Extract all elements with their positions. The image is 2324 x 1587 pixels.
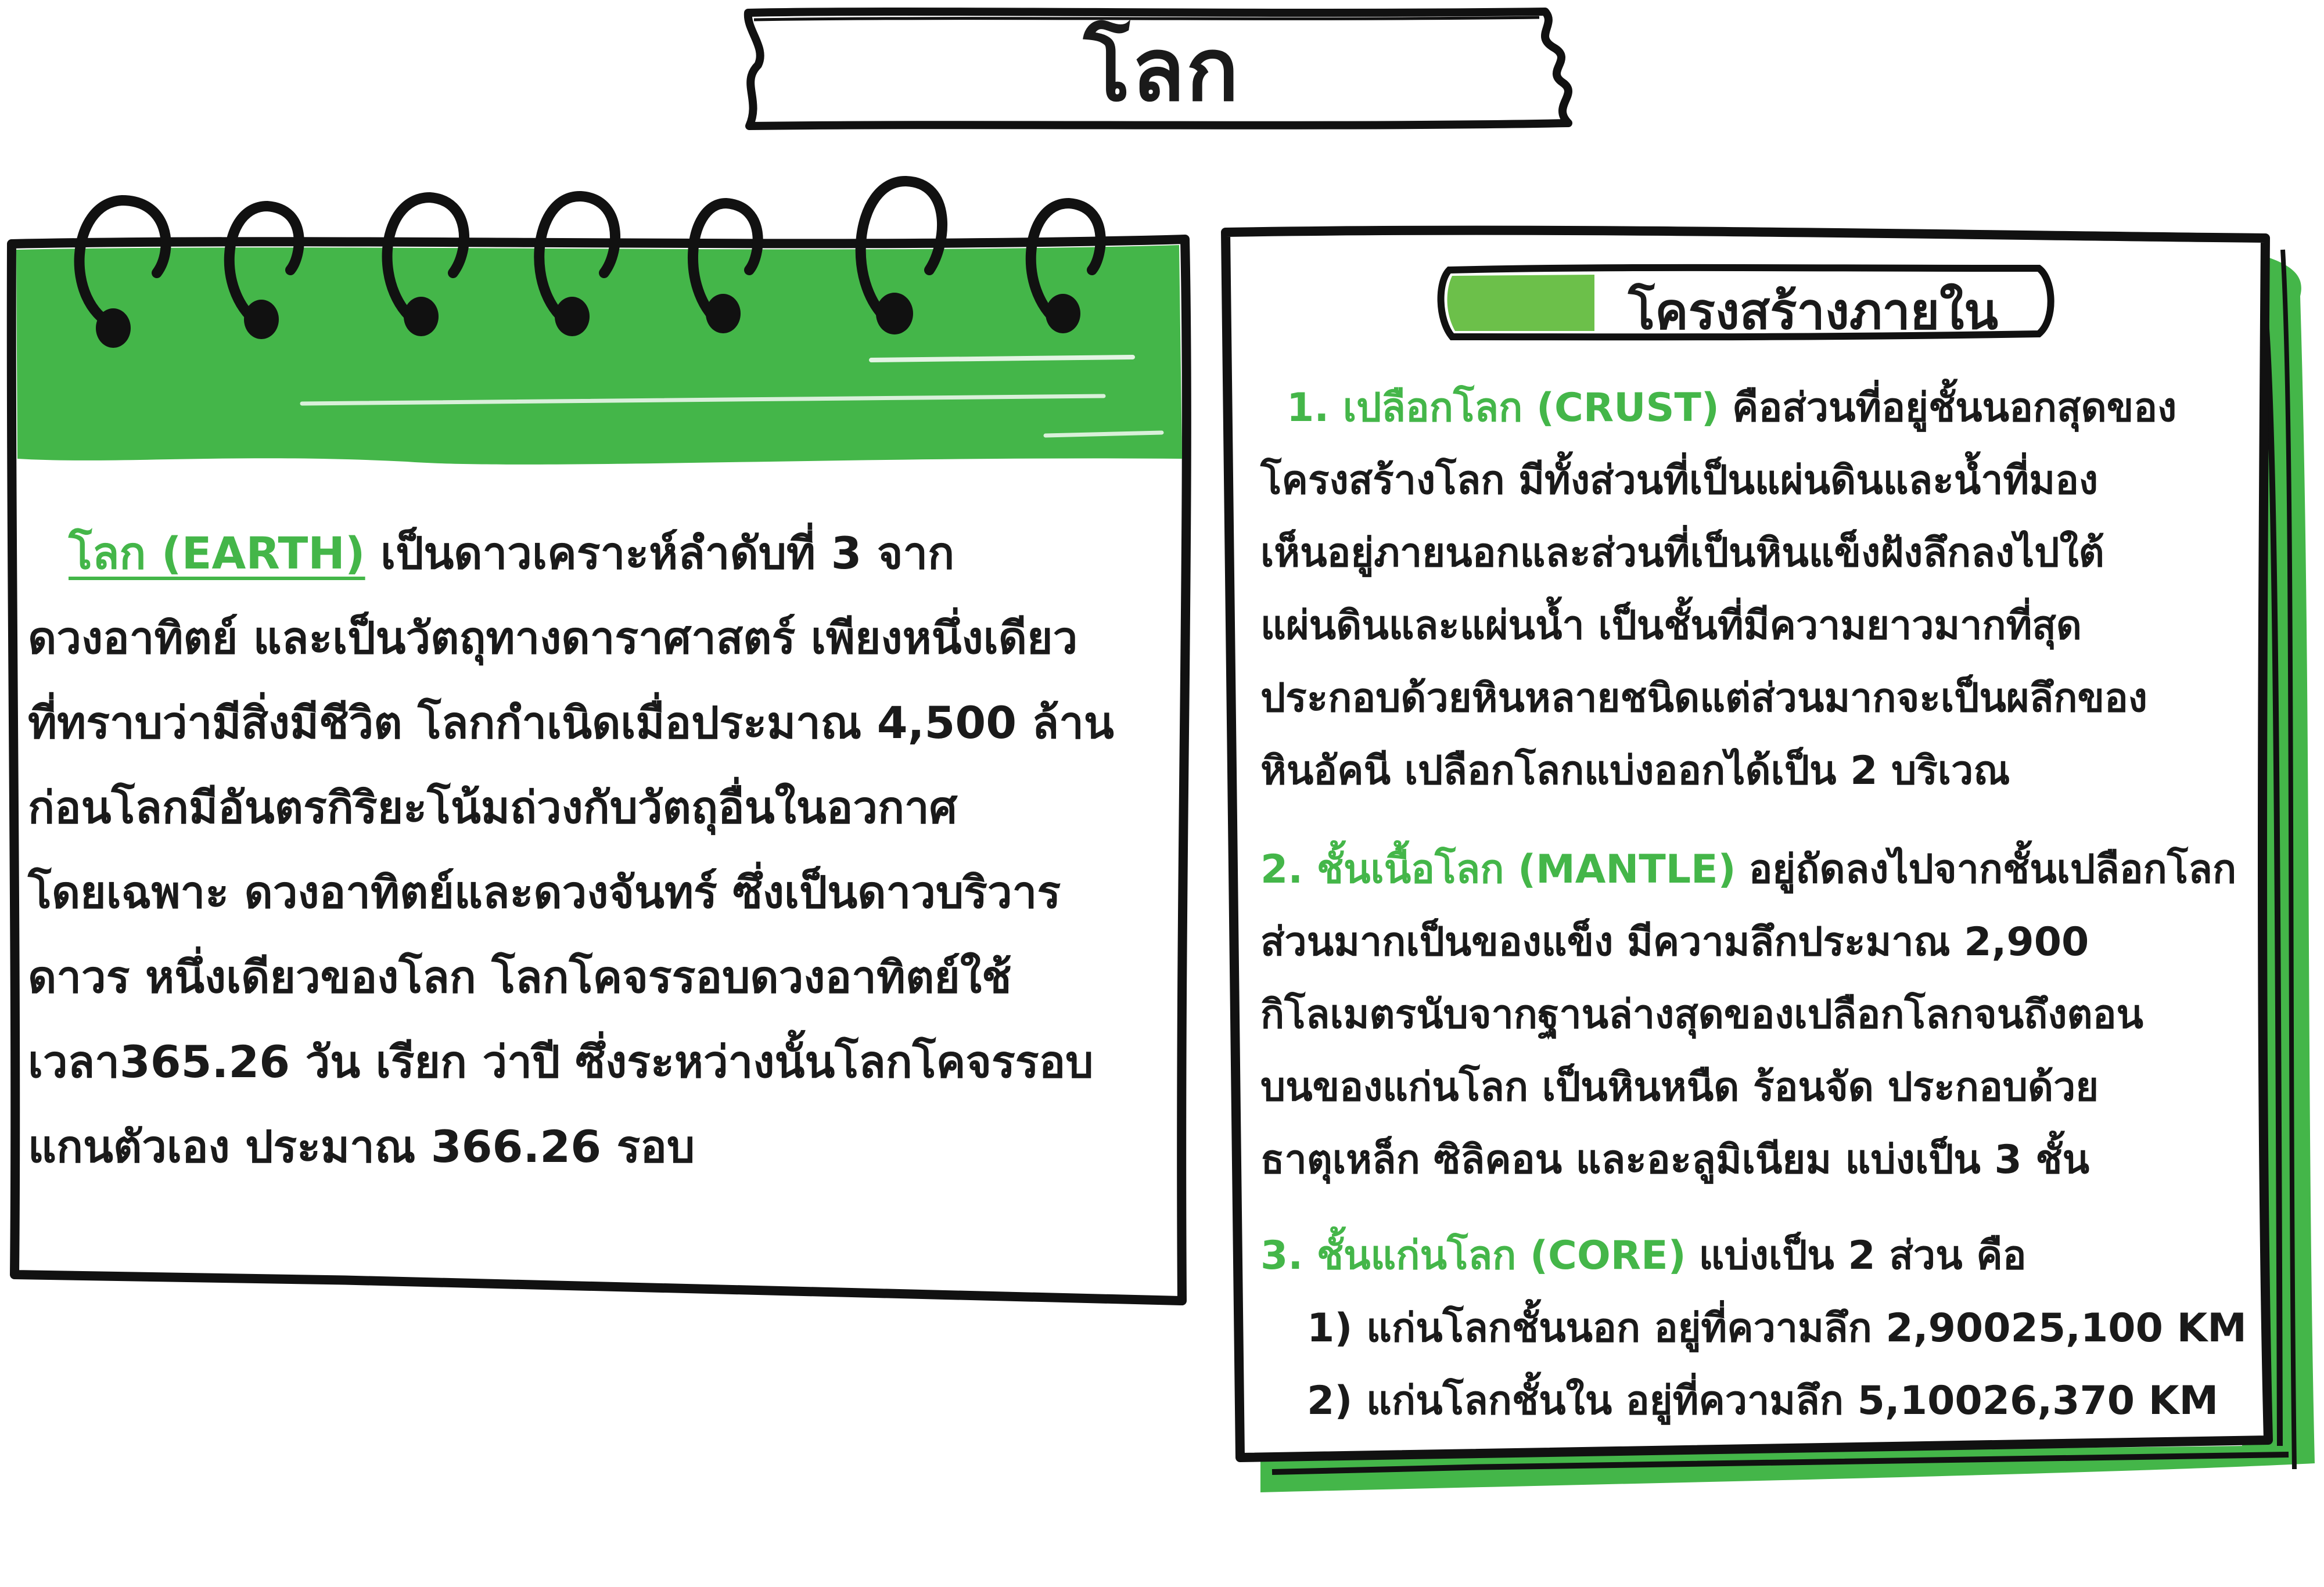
description-line: ดวงอาทิตย์ และเป็นวัตถุทางดาราศาสตร์ เพี… (28, 612, 1078, 664)
description-line: ที่ทราบว่ามีสิ่งมีชีวิต โลกกำเนิดเมื่อปร… (28, 697, 1114, 748)
description-line: เวลา365.26 วัน เรียก ว่าปี ซึ่งระหว่างนั… (28, 1036, 1094, 1088)
description-line: ก่อนโลกมีอันตรกิริยะโน้มถ่วงกับวัตถุอื่น… (28, 782, 957, 833)
section-title: โครงสร้างภายใน (1628, 282, 1998, 341)
mantle-line: กิโลเมตรนับจากฐานล่างสุดของเปลือกโลกจนถึ… (1260, 992, 2144, 1038)
page-title: โลก (1083, 19, 1240, 121)
mantle-line: ส่วนมากเป็นของแข็ง มีความลึกประมาณ 2,900 (1260, 919, 2089, 965)
core-line: 2) แก่นโลกชั้นใน อยู่ที่ความลึก 5,10026,… (1307, 1378, 2219, 1424)
notepad-header-strip (16, 245, 1182, 465)
core-heading: 3. ชั้นแก่นโลก (CORE) (1260, 1233, 1686, 1279)
core-line: 1) แก่นโลกชั้นนอก อยู่ที่ความลึก 2,90025… (1307, 1305, 2247, 1351)
description-line: โดยเฉพาะ ดวงอาทิตย์และดวงจันทร์ ซึ่งเป็น… (28, 866, 1061, 918)
crust-line: หินอัคนี เปลือกโลกแบ่งออกได้เป็น 2 บริเว… (1260, 748, 2010, 794)
crust-line: โครงสร้างโลก มีทั้งส่วนที่เป็นแผ่นดินและ… (1260, 458, 2099, 503)
crust-heading: 1. เปลือกโลก (CRUST) (1287, 385, 1719, 431)
mantle-first-line-text: อยู่ถัดลงไปจากชั้นเปลือกโลก (1748, 847, 2237, 893)
description-line-text: เป็นดาวเคราะห์ลำดับที่ 3 จาก (380, 527, 955, 579)
earth-description: โลก (EARTH) เป็นดาวเคราะห์ลำดับที่ 3 จาก… (28, 511, 1184, 1189)
crust-first-line-text: คือส่วนที่อยู่ชั้นนอกสุดของ (1732, 385, 2177, 431)
description-line: โลก (EARTH) เป็นดาวเคราะห์ลำดับที่ 3 จาก (28, 511, 1184, 596)
crust-line: เห็นอยู่ภายนอกและส่วนที่เป็นหินแข็งฝังลึ… (1260, 530, 2104, 576)
earth-highlight: โลก (EARTH) (69, 527, 365, 579)
mantle-line: ธาตุเหล็ก ซิลิคอน และอะลูมิเนียม แบ่งเป็… (1260, 1137, 2090, 1183)
core-section: 3. ชั้นแก่นโลก (CORE) แบ่งเป็น 2 ส่วน คือ… (1260, 1219, 2248, 1437)
core-heading-line: 3. ชั้นแก่นโลก (CORE) แบ่งเป็น 2 ส่วน คือ (1260, 1219, 2248, 1292)
crust-section: 1. เปลือกโลก (CRUST) คือส่วนที่อยู่ชั้นนอ… (1260, 372, 2248, 807)
description-line: ดาวร หนึ่งเดียวของโลก โลกโคจรรอบดวงอาทิต… (28, 951, 1012, 1003)
mantle-heading: 2. ชั้นเนื้อโลก (MANTLE) (1260, 847, 1736, 893)
mantle-line: บนของแก่นโลก เป็นหินหนืด ร้อนจัด ประกอบด… (1260, 1064, 2099, 1110)
crust-line: ประกอบด้วยหินหลายชนิดแต่ส่วนมากจะเป็นผลึ… (1260, 675, 2148, 721)
core-first-line-text: แบ่งเป็น 2 ส่วน คือ (1698, 1233, 2027, 1279)
crust-line: แผ่นดินและแผ่นน้ำ เป็นชั้นที่มีความยาวมา… (1260, 603, 2082, 649)
crust-heading-line: 1. เปลือกโลก (CRUST) คือส่วนที่อยู่ชั้นนอ… (1260, 372, 2248, 444)
mantle-section: 2. ชั้นเนื้อโลก (MANTLE) อยู่ถัดลงไปจากชั… (1260, 833, 2248, 1196)
mantle-heading-line: 2. ชั้นเนื้อโลก (MANTLE) อยู่ถัดลงไปจากชั… (1260, 833, 2248, 906)
description-line: แกนตัวเอง ประมาณ 366.26 รอบ (28, 1121, 695, 1172)
